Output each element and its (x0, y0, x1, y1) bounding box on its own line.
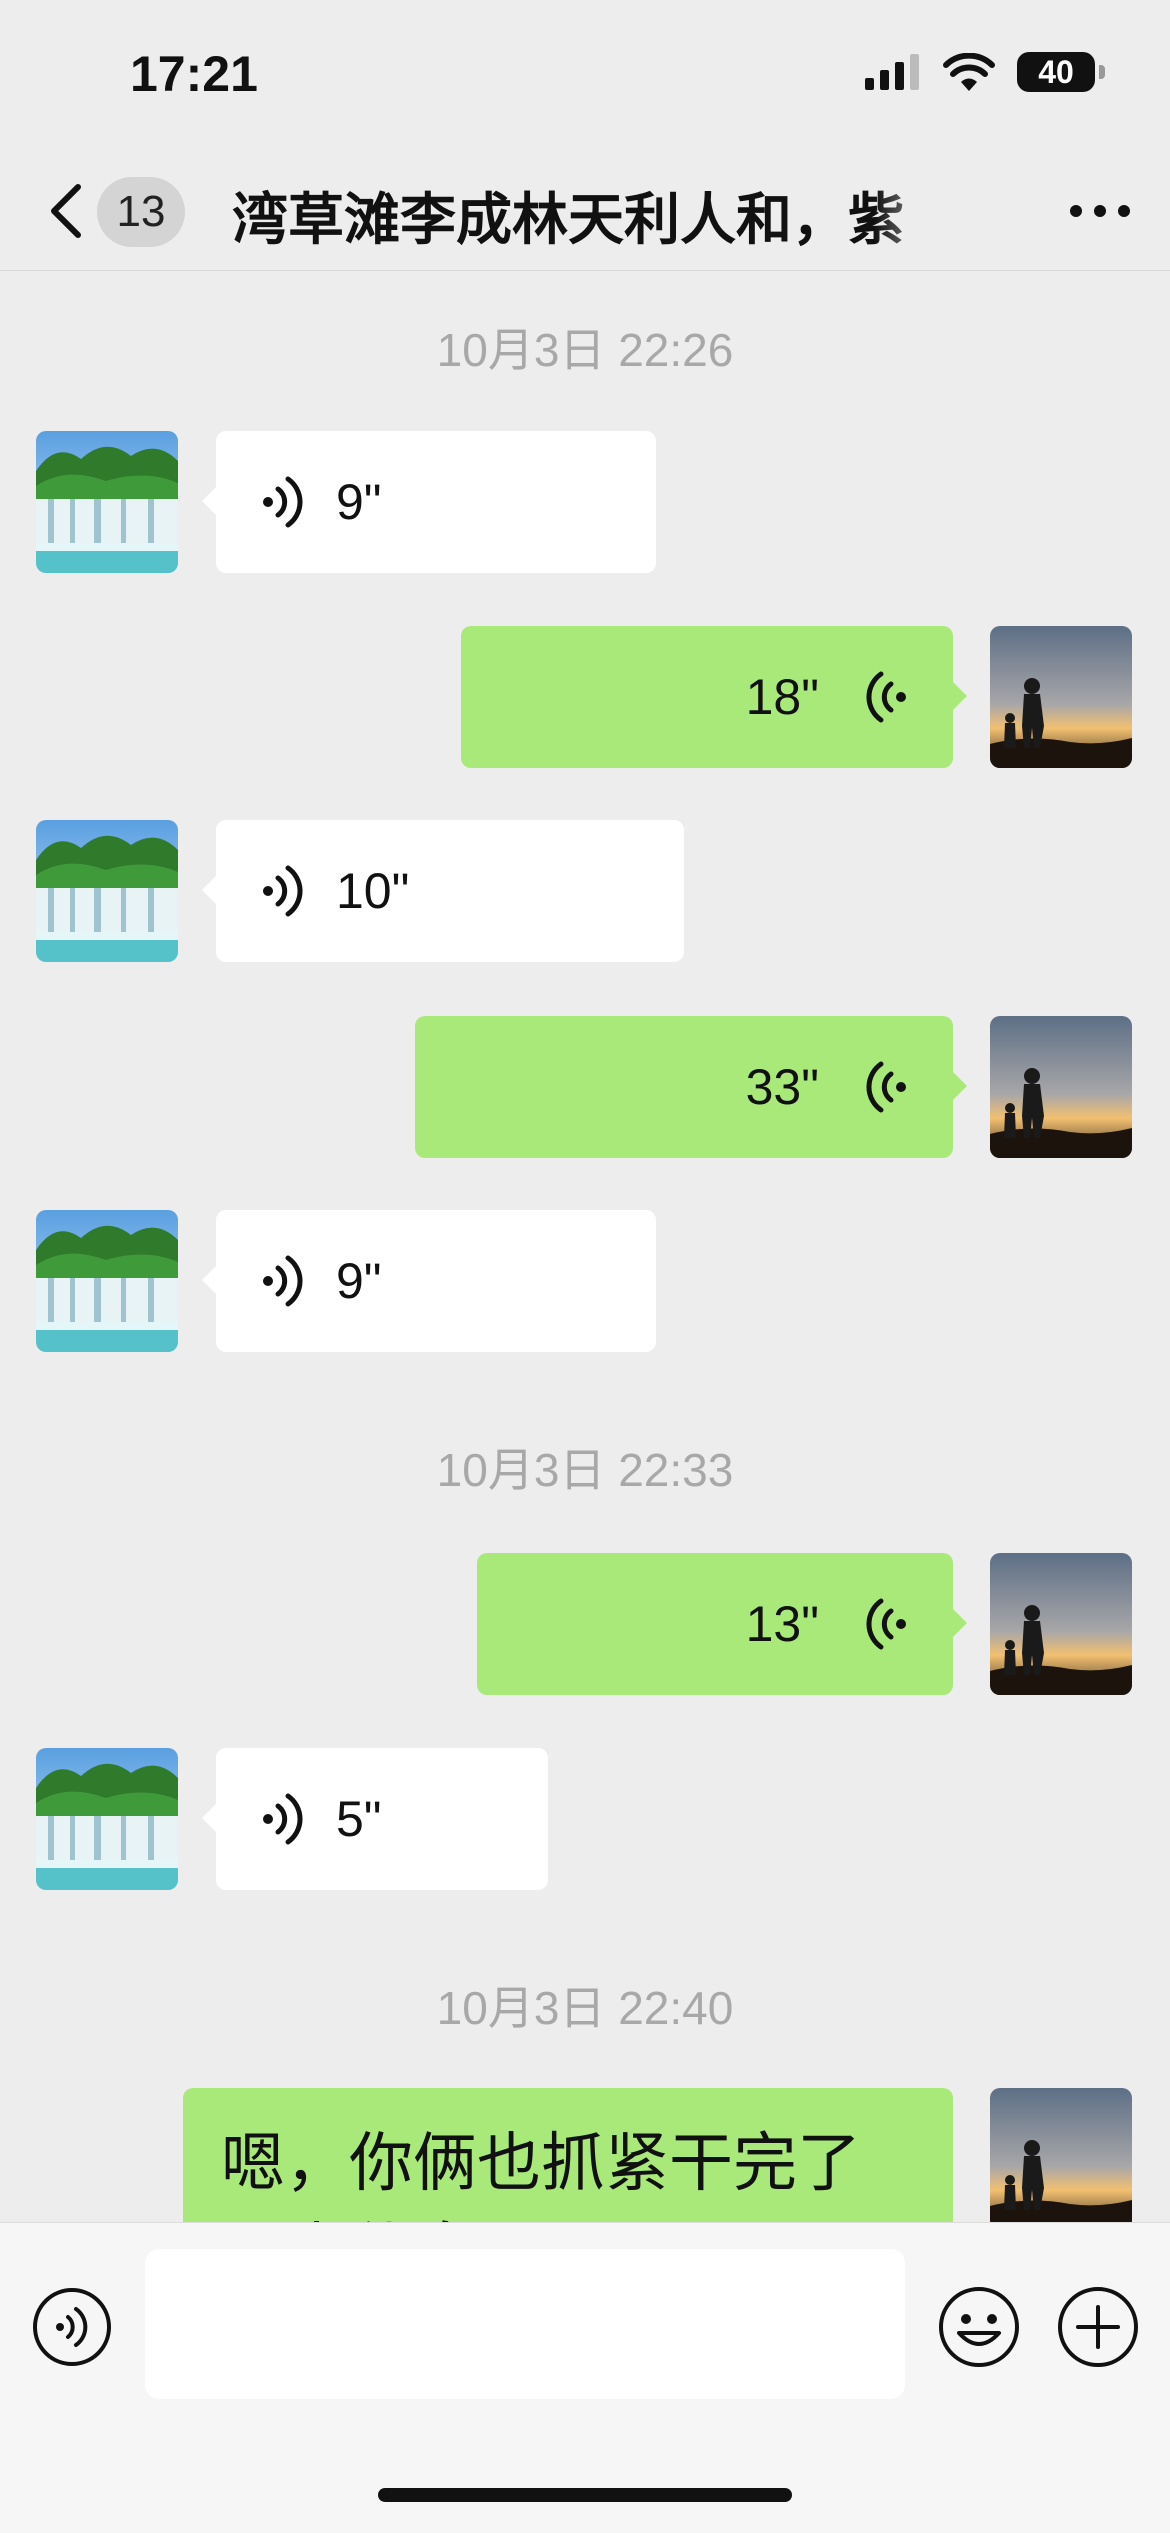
waterfall-avatar-image (36, 1748, 178, 1890)
waterfall-avatar-image (36, 1210, 178, 1352)
more-options-icon[interactable] (1070, 205, 1130, 217)
message-text-input[interactable] (145, 2249, 905, 2399)
contact-avatar[interactable] (36, 1748, 178, 1890)
status-time: 17:21 (130, 46, 258, 102)
my-avatar[interactable] (990, 1553, 1132, 1695)
voice-input-toggle-icon[interactable] (32, 2287, 112, 2367)
contact-avatar[interactable] (36, 431, 178, 573)
home-indicator[interactable] (378, 2488, 792, 2502)
status-bar: 17:21 40 (0, 0, 1170, 155)
voice-duration: 10" (336, 863, 410, 919)
voice-message-bubble[interactable]: 18" (461, 626, 967, 768)
contact-avatar[interactable] (36, 1210, 178, 1352)
message-input-bar (0, 2222, 1170, 2533)
emoji-icon[interactable] (937, 2285, 1021, 2369)
status-icons: 40 (865, 52, 1105, 92)
voice-duration: 33" (745, 1059, 819, 1115)
cellular-signal-icon (865, 54, 919, 90)
voice-duration: 9" (336, 474, 382, 530)
voice-wave-icon (263, 1255, 303, 1307)
voice-message-bubble[interactable]: 13" (477, 1553, 967, 1695)
message-timestamp: 10月3日 22:40 (436, 1982, 734, 2034)
sunset-avatar-image (990, 2088, 1132, 2230)
voice-wave-icon (263, 1793, 303, 1845)
chat-title: 湾草滩李成林天利人和，紫 (232, 188, 904, 250)
more-dot (1070, 205, 1082, 217)
wifi-icon (943, 53, 995, 91)
back-icon[interactable] (40, 179, 92, 243)
sunset-avatar-image (990, 626, 1132, 768)
waterfall-avatar-image (36, 820, 178, 962)
voice-message-bubble[interactable]: 33" (415, 1016, 967, 1158)
contact-avatar[interactable] (36, 820, 178, 962)
sunset-avatar-image (990, 1016, 1132, 1158)
add-plus-icon[interactable] (1056, 2285, 1140, 2369)
sunset-avatar-image (990, 1553, 1132, 1695)
message-timestamp: 10月3日 22:33 (436, 1444, 734, 1496)
voice-wave-icon (263, 865, 303, 917)
my-avatar[interactable] (990, 626, 1132, 768)
voice-duration: 9" (336, 1253, 382, 1309)
voice-message-bubble[interactable]: 9" (202, 431, 656, 573)
my-avatar[interactable] (990, 2088, 1132, 2230)
voice-duration: 13" (745, 1596, 819, 1652)
more-dot (1118, 205, 1130, 217)
voice-message-bubble[interactable]: 9" (202, 1210, 656, 1352)
voice-duration: 18" (745, 669, 819, 725)
unread-count-badge[interactable]: 13 (97, 177, 185, 247)
more-dot (1094, 205, 1106, 217)
my-avatar[interactable] (990, 1016, 1132, 1158)
voice-message-bubble[interactable]: 10" (202, 820, 684, 962)
voice-wave-icon (866, 1598, 906, 1650)
voice-message-bubble[interactable]: 5" (202, 1748, 548, 1890)
message-timestamp: 10月3日 22:26 (436, 324, 734, 376)
chat-header: 13 湾草滩李成林天利人和，紫 (0, 155, 1170, 271)
voice-wave-icon (866, 671, 906, 723)
voice-wave-icon (866, 1061, 906, 1113)
battery-indicator: 40 (1017, 52, 1105, 92)
voice-wave-icon (263, 476, 303, 528)
voice-duration: 5" (336, 1791, 382, 1847)
waterfall-avatar-image (36, 431, 178, 573)
